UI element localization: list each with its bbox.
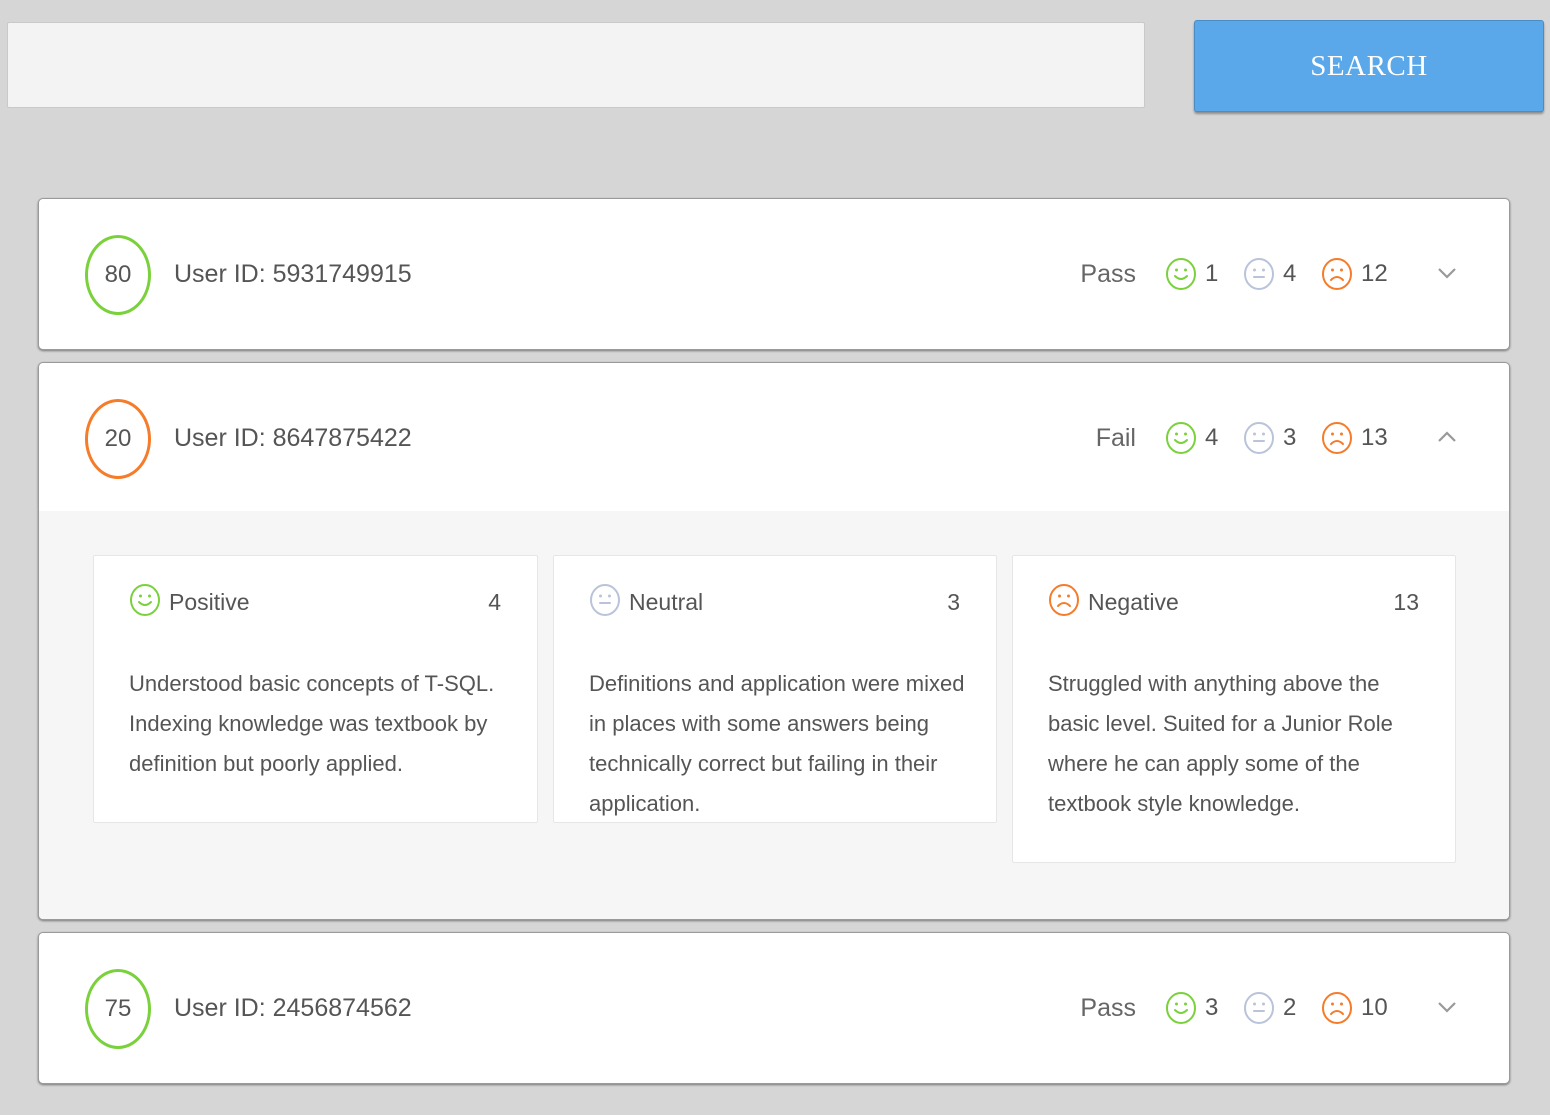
positive-panel: Positive 4 Understood basic concepts of … [93,555,538,823]
panel-label: Negative [1088,588,1179,615]
neutral-count: 2 [1283,994,1297,1021]
neutral-count: 4 [1283,260,1297,287]
panel-text: Struggled with anything above the basic … [1048,671,1393,816]
frown-icon [1321,257,1353,291]
neutral-face-icon [589,583,621,622]
panel-text: Definitions and application were mixed i… [589,671,965,816]
result-card: 20 User ID: 8647875422 Fail 4 3 13 Posit… [38,362,1510,920]
positive-stat: 3 [1165,933,1218,1083]
neutral-stat: 4 [1243,199,1296,349]
positive-stat: 1 [1165,199,1218,349]
smiley-icon [1165,421,1197,455]
panel-label: Positive [169,588,250,615]
search-button[interactable]: SEARCH [1194,20,1544,112]
positive-count: 1 [1205,260,1219,287]
panel-label: Neutral [629,588,704,615]
panel-count: 3 [947,588,960,615]
score-badge: 80 [85,235,151,315]
panel-header: Neutral 3 [589,583,960,622]
result-card: 75 User ID: 2456874562 Pass 3 2 10 [38,932,1510,1084]
neutral-panel: Neutral 3 Definitions and application we… [553,555,997,823]
neutral-stat: 3 [1243,363,1296,513]
feedback-details: Positive 4 Understood basic concepts of … [39,511,1509,919]
panel-count: 13 [1393,588,1419,615]
negative-stat: 10 [1321,933,1388,1083]
panel-header: Negative 13 [1048,583,1419,622]
negative-stat: 12 [1321,199,1388,349]
frown-icon [1321,991,1353,1025]
neutral-face-icon [1243,991,1275,1025]
score-badge: 20 [85,399,151,479]
chevron-down-icon[interactable] [1433,993,1461,1021]
chevron-down-icon[interactable] [1433,259,1461,287]
negative-stat: 13 [1321,363,1388,513]
result-card-header[interactable]: 75 User ID: 2456874562 Pass 3 2 10 [39,933,1509,1083]
panel-header: Positive 4 [129,583,501,622]
neutral-stat: 2 [1243,933,1296,1083]
smiley-icon [1165,257,1197,291]
negative-count: 10 [1361,994,1388,1021]
result-card-header[interactable]: 20 User ID: 8647875422 Fail 4 3 13 [39,363,1509,513]
positive-count: 4 [1205,424,1219,451]
search-input[interactable] [7,22,1145,108]
neutral-face-icon [1243,257,1275,291]
result-card: 80 User ID: 5931749915 Pass 1 4 12 [38,198,1510,350]
chevron-up-icon[interactable] [1433,423,1461,451]
frown-icon [1321,421,1353,455]
user-id-label: User ID: 2456874562 [174,993,412,1022]
user-id-label: User ID: 5931749915 [174,259,412,288]
positive-stat: 4 [1165,363,1218,513]
result-card-header[interactable]: 80 User ID: 5931749915 Pass 1 4 12 [39,199,1509,349]
score-badge: 75 [85,969,151,1049]
neutral-face-icon [1243,421,1275,455]
negative-count: 12 [1361,260,1388,287]
neutral-count: 3 [1283,424,1297,451]
user-id-label: User ID: 8647875422 [174,423,412,452]
smiley-icon [1165,991,1197,1025]
negative-panel: Negative 13 Struggled with anything abov… [1012,555,1456,863]
panel-count: 4 [488,588,501,615]
frown-icon [1048,583,1080,622]
status-label: Pass [1080,259,1136,288]
panel-text: Understood basic concepts of T-SQL. Inde… [129,671,495,776]
smiley-icon [129,583,161,622]
status-label: Fail [1095,423,1136,452]
negative-count: 13 [1361,424,1388,451]
positive-count: 3 [1205,994,1219,1021]
status-label: Pass [1080,993,1136,1022]
